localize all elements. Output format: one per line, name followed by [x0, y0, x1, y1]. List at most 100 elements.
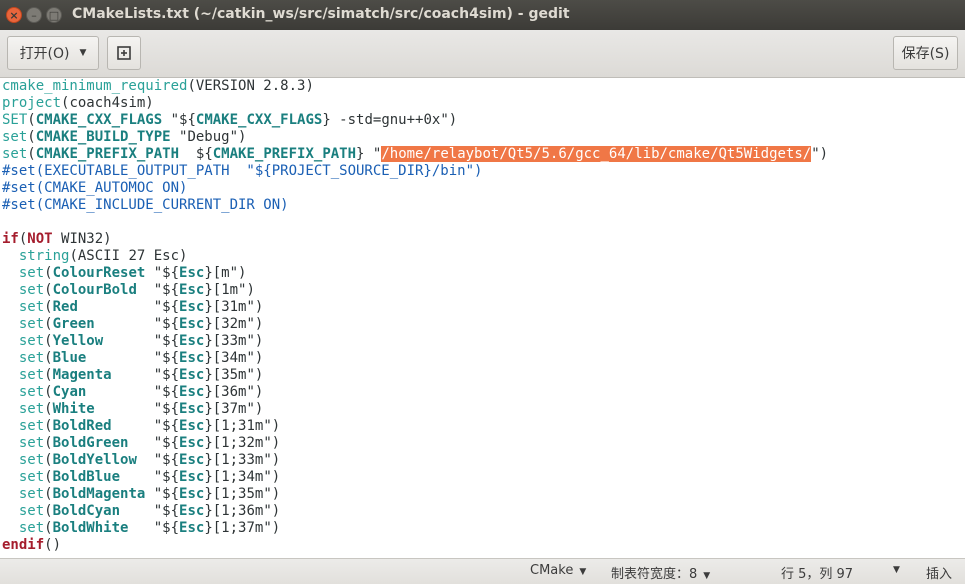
code-token: CMAKE_PREFIX_PATH — [212, 146, 357, 162]
language-selector[interactable]: CMake ▼ — [530, 563, 586, 578]
code-token: CMAKE_BUILD_TYPE — [35, 129, 171, 145]
code-token: set — [2, 146, 28, 162]
code-line[interactable]: set(Blue "${Esc}[34m") — [2, 350, 965, 367]
code-line[interactable]: set(BoldRed "${Esc}[1;31m") — [2, 418, 965, 435]
code-token: }[35m") — [204, 367, 264, 383]
code-token: Esc — [179, 452, 205, 468]
code-line[interactable]: set(ColourReset "${Esc}[m") — [2, 265, 965, 282]
code-line[interactable]: set(CMAKE_BUILD_TYPE "Debug") — [2, 129, 965, 146]
code-token: project — [2, 95, 62, 111]
chevron-down-icon[interactable]: ▼ — [893, 565, 900, 575]
code-line[interactable]: set(Yellow "${Esc}[33m") — [2, 333, 965, 350]
code-line[interactable]: set(BoldMagenta "${Esc}[1;35m") — [2, 486, 965, 503]
code-line[interactable]: set(BoldWhite "${Esc}[1;37m") — [2, 520, 965, 537]
code-token: } " — [356, 146, 382, 162]
code-token: "Debug") — [170, 129, 247, 145]
code-token: set — [18, 265, 45, 281]
code-token: ( — [44, 316, 53, 332]
text-editor[interactable]: cmake_minimum_required(VERSION 2.8.3) pro… — [0, 78, 965, 558]
code-token: ColourReset — [52, 265, 146, 281]
code-token: "${ — [128, 435, 180, 451]
code-token: BoldCyan — [52, 503, 121, 519]
code-line[interactable]: SET(CMAKE_CXX_FLAGS "${CMAKE_CXX_FLAGS} … — [2, 112, 965, 129]
code-token: "${ — [128, 520, 180, 536]
code-token: }[31m") — [204, 299, 264, 315]
code-line[interactable]: set(Magenta "${Esc}[35m") — [2, 367, 965, 384]
code-token: set — [18, 452, 45, 468]
code-token: ( — [44, 333, 53, 349]
code-line[interactable]: set(Red "${Esc}[31m") — [2, 299, 965, 316]
code-token: if — [2, 231, 19, 247]
code-line[interactable]: set(CMAKE_PREFIX_PATH ${CMAKE_PREFIX_PAT… — [2, 146, 965, 163]
new-document-button[interactable] — [107, 36, 141, 70]
new-document-icon — [117, 46, 131, 60]
code-line[interactable] — [2, 214, 965, 231]
open-button[interactable]: 打开(O) ▼ — [7, 36, 99, 70]
code-line[interactable]: set(BoldBlue "${Esc}[1;34m") — [2, 469, 965, 486]
code-line[interactable]: cmake_minimum_required(VERSION 2.8.3) — [2, 78, 965, 95]
code-token: Magenta — [52, 367, 112, 383]
code-token: }[1;34m") — [204, 469, 281, 485]
code-token: "${ — [111, 367, 180, 383]
code-line[interactable]: #set(CMAKE_AUTOMOC ON) — [2, 180, 965, 197]
code-token: CMAKE_PREFIX_PATH — [35, 146, 180, 162]
code-line[interactable]: set(White "${Esc}[37m") — [2, 401, 965, 418]
code-token: string — [18, 248, 70, 264]
gedit-window: × – □ CMakeLists.txt (~/catkin_ws/src/si… — [0, 0, 965, 584]
close-window-button[interactable]: × — [6, 7, 22, 23]
code-token: Cyan — [52, 384, 87, 400]
code-line[interactable]: set(BoldYellow "${Esc}[1;33m") — [2, 452, 965, 469]
code-token: Yellow — [52, 333, 104, 349]
code-line[interactable]: set(Green "${Esc}[32m") — [2, 316, 965, 333]
maximize-window-button[interactable]: □ — [46, 7, 62, 23]
code-token: Esc — [179, 316, 205, 332]
code-line[interactable]: set(Cyan "${Esc}[36m") — [2, 384, 965, 401]
save-button[interactable]: 保存(S) — [893, 36, 958, 70]
code-token: ( — [44, 265, 53, 281]
code-line[interactable]: endif() — [2, 537, 965, 554]
minimize-window-button[interactable]: – — [26, 7, 42, 23]
code-token: ( — [44, 469, 53, 485]
code-token: White — [52, 401, 95, 417]
code-content[interactable]: cmake_minimum_required(VERSION 2.8.3) pro… — [0, 78, 965, 554]
code-token: "${ — [77, 299, 180, 315]
code-token: ( — [44, 520, 53, 536]
header-toolbar: 打开(O) ▼ 保存(S) — [0, 30, 965, 78]
code-token: Esc — [179, 333, 205, 349]
code-line[interactable]: #set(CMAKE_INCLUDE_CURRENT_DIR ON) — [2, 197, 965, 214]
code-token: "${ — [120, 469, 180, 485]
code-token: BoldYellow — [52, 452, 137, 468]
code-token: }[1;37m") — [204, 520, 281, 536]
code-token: #set(CMAKE_AUTOMOC ON) — [2, 180, 188, 196]
code-token: Esc — [179, 503, 205, 519]
code-token: set — [18, 503, 45, 519]
title-bar[interactable]: × – □ CMakeLists.txt (~/catkin_ws/src/si… — [0, 0, 965, 30]
code-line[interactable]: string(ASCII 27 Esc) — [2, 248, 965, 265]
code-line[interactable]: if(NOT WIN32) — [2, 231, 965, 248]
tab-width-label: 制表符宽度：8 — [611, 567, 698, 582]
code-line[interactable]: project(coach4sim) — [2, 95, 965, 112]
code-token: ( — [44, 503, 53, 519]
tab-width-selector[interactable]: 制表符宽度：8 ▼ — [611, 563, 710, 582]
code-line[interactable]: #set(EXECUTABLE_OUTPUT_PATH "${PROJECT_S… — [2, 163, 965, 180]
code-token: ColourBold — [52, 282, 137, 298]
cursor-position[interactable]: 行 5，列 97 — [781, 563, 853, 582]
code-line[interactable]: set(BoldGreen "${Esc}[1;32m") — [2, 435, 965, 452]
code-line[interactable]: set(ColourBold "${Esc}[1m") — [2, 282, 965, 299]
code-token: }[34m") — [204, 350, 264, 366]
code-token: }[1;35m") — [204, 486, 281, 502]
code-token: set — [18, 316, 45, 332]
code-token: Blue — [52, 350, 87, 366]
code-token: set — [18, 520, 45, 536]
code-token: Esc — [179, 367, 205, 383]
code-token: set — [18, 435, 45, 451]
code-token: Esc — [179, 520, 205, 536]
code-token: ${ — [179, 146, 213, 162]
code-line[interactable]: set(BoldCyan "${Esc}[1;36m") — [2, 503, 965, 520]
